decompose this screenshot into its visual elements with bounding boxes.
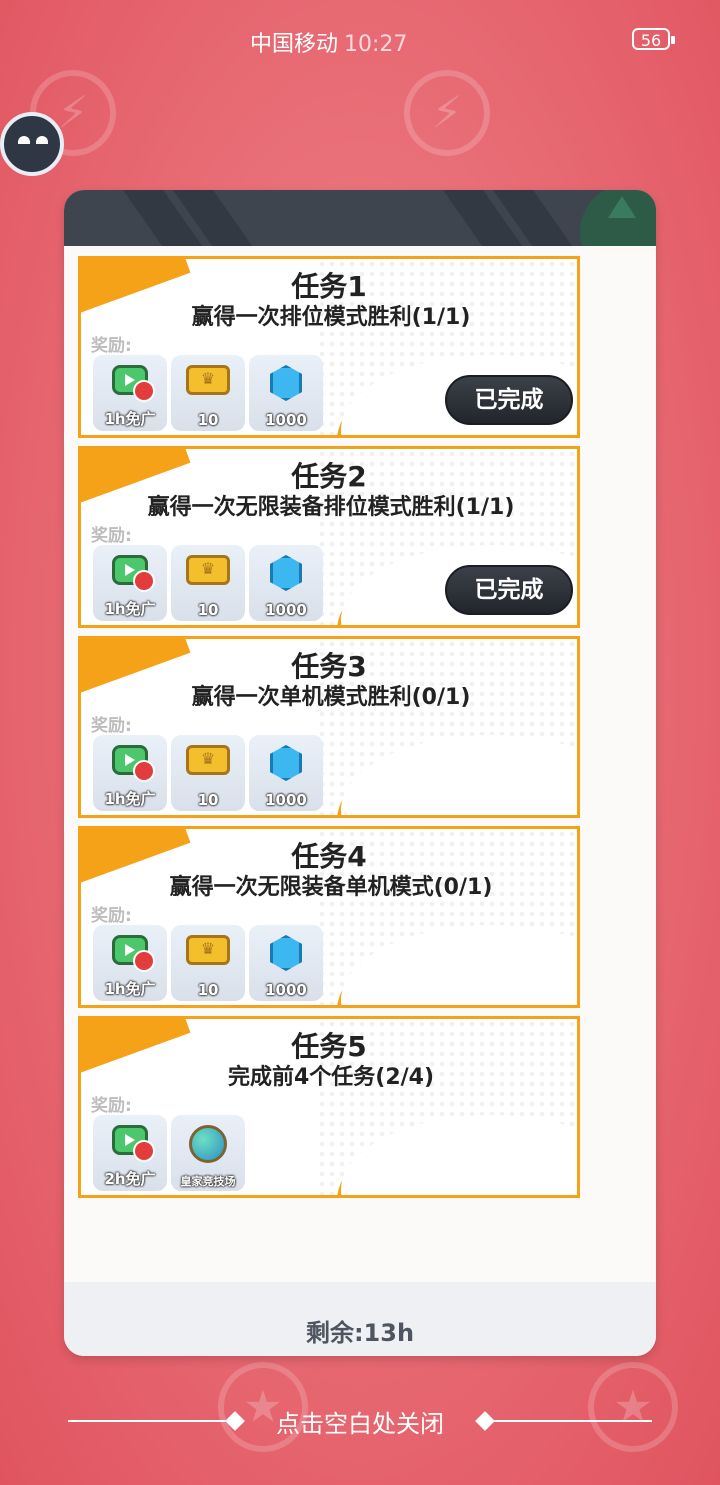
ad-free-tv-icon: [112, 365, 155, 402]
reward-label: 奖励:: [91, 1096, 132, 1116]
reward-item[interactable]: ♛ 10: [171, 545, 245, 621]
reward-label: 奖励:: [91, 336, 132, 356]
task-description: 赢得一次无限装备排位模式胜利(1/1): [147, 495, 515, 520]
avatar-eye-icon: [18, 136, 30, 144]
reward-quantity: 1000: [265, 981, 307, 999]
reward-quantity: 1h免广: [104, 790, 156, 808]
reward-quantity: 1h免广: [104, 410, 156, 428]
reward-label: 奖励:: [91, 716, 132, 736]
ad-free-tv-icon: [112, 745, 155, 782]
task-description: 赢得一次无限装备单机模式(0/1): [169, 875, 493, 900]
panel-footer: 剩余:13h: [64, 1282, 656, 1356]
reward-quantity: 1h免广: [104, 980, 156, 998]
reward-quantity: 1h免广: [104, 600, 156, 618]
gold-ticket-icon: ♛: [186, 555, 230, 585]
task-card-3: 任务3 赢得一次单机模式胜利(0/1) 奖励: 1h免广 ♛ 10 1000: [78, 636, 580, 818]
reward-item[interactable]: 1h免广: [93, 735, 167, 811]
ad-free-tv-icon: [112, 1125, 155, 1162]
reward-quantity: 皇家竞技场: [180, 1175, 236, 1188]
reward-quantity: 10: [197, 411, 219, 429]
reward-item[interactable]: 1h免广: [93, 355, 167, 431]
completed-button[interactable]: 已完成: [445, 375, 573, 425]
reward-quantity: 2h免广: [104, 1170, 156, 1188]
reward-item[interactable]: 2h免广: [93, 1115, 167, 1191]
reward-label: 奖励:: [91, 906, 132, 926]
task-description: 赢得一次排位模式胜利(1/1): [191, 305, 471, 330]
reward-quantity: 1000: [265, 601, 307, 619]
task-title: 任务3: [291, 650, 367, 683]
gold-ticket-icon: ♛: [186, 935, 230, 965]
task-card-2: 任务2 赢得一次无限装备排位模式胜利(1/1) 奖励: 1h免广 ♛ 10 10…: [78, 446, 580, 628]
status-bar: 中国移动 10:27 56: [0, 0, 720, 80]
task-description: 赢得一次单机模式胜利(0/1): [191, 685, 471, 710]
reward-item[interactable]: 1h免广: [93, 925, 167, 1001]
reward-item[interactable]: 1000: [249, 545, 323, 621]
avatar-eye-icon: [36, 136, 48, 144]
carrier-name: 中国移动: [250, 32, 339, 57]
battery-icon: 56: [632, 28, 675, 50]
reward-quantity: 10: [197, 791, 219, 809]
blue-gem-icon: [270, 365, 302, 401]
royal-arena-globe-icon: [189, 1125, 227, 1163]
reward-quantity: 10: [197, 601, 219, 619]
ad-free-tv-icon: [112, 935, 155, 972]
task-title: 任务4: [291, 840, 367, 873]
blue-gem-icon: [270, 555, 302, 591]
reward-quantity: 1000: [265, 411, 307, 429]
reward-item[interactable]: 1000: [249, 735, 323, 811]
carrier-label: 中国移动 10:27: [250, 26, 407, 58]
completed-button[interactable]: 已完成: [445, 565, 573, 615]
panel-header: [64, 190, 656, 246]
task-card-1: 任务1 赢得一次排位模式胜利(1/1) 奖励: 1h免广 ♛ 10 1000 已…: [78, 256, 580, 438]
reward-item[interactable]: 1000: [249, 925, 323, 1001]
task-description: 完成前4个任务(2/4): [227, 1065, 435, 1090]
blue-gem-icon: [270, 935, 302, 971]
reward-item[interactable]: ♛ 10: [171, 735, 245, 811]
remaining-time: 剩余:13h: [305, 1319, 415, 1347]
reward-item[interactable]: 1000: [249, 355, 323, 431]
divider-line: [492, 1420, 652, 1422]
ad-free-tv-icon: [112, 555, 155, 592]
clock: 10:27: [344, 32, 408, 57]
gold-ticket-icon: ♛: [186, 365, 230, 395]
task-title: 任务2: [291, 460, 367, 493]
background-bolt-emblem-icon: ⚡: [404, 70, 490, 156]
header-emblem-icon: [580, 190, 656, 246]
task-title: 任务5: [291, 1030, 367, 1063]
reward-label: 奖励:: [91, 526, 132, 546]
gold-ticket-icon: ♛: [186, 745, 230, 775]
reward-item[interactable]: 1h免广: [93, 545, 167, 621]
reward-quantity: 10: [197, 981, 219, 999]
close-hint[interactable]: 点击空白处关闭: [0, 1400, 720, 1440]
floating-avatar-button[interactable]: [0, 112, 64, 176]
task-title: 任务1: [291, 270, 367, 303]
reward-item[interactable]: 皇家竞技场: [171, 1115, 245, 1191]
task-panel: 任务1 赢得一次排位模式胜利(1/1) 奖励: 1h免广 ♛ 10 1000 已…: [64, 190, 656, 1356]
blue-gem-icon: [270, 745, 302, 781]
reward-item[interactable]: ♛ 10: [171, 925, 245, 1001]
task-card-4: 任务4 赢得一次无限装备单机模式(0/1) 奖励: 1h免广 ♛ 10 1000: [78, 826, 580, 1008]
task-card-5: 任务5 完成前4个任务(2/4) 奖励: 2h免广 皇家竞技场: [78, 1016, 580, 1198]
reward-item[interactable]: ♛ 10: [171, 355, 245, 431]
reward-quantity: 1000: [265, 791, 307, 809]
